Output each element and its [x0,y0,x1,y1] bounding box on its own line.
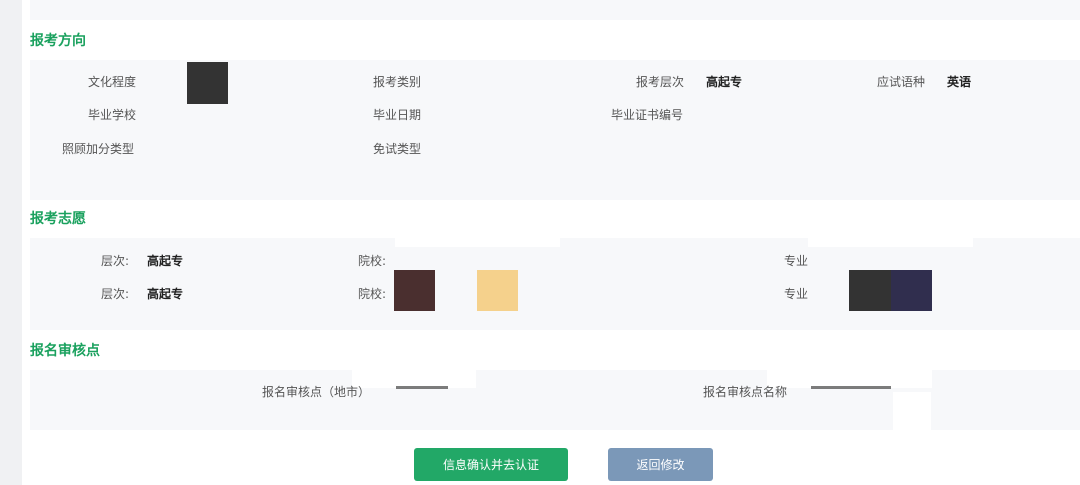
wishes-mask-2 [808,229,973,247]
wish1-school-label: 院校: [358,254,387,268]
grad-school-label: 毕业学校 [88,108,137,122]
redacted-education-value [187,62,228,104]
review-mask-2 [767,352,932,388]
review-mask-1 [352,352,476,388]
review-name-value-obscured [811,386,891,393]
wish2-major-label: 专业 [784,287,809,301]
redacted-major-block-2 [891,270,932,311]
review-mask-3 [893,392,931,434]
wish1-level-value: 高起专 [147,254,184,268]
left-sidebar-strip [0,0,22,485]
top-panel [30,0,1080,20]
wish2-level-label: 层次: [101,287,130,301]
section-title-wishes: 报考志愿 [30,211,86,227]
exemption-type-label: 免试类型 [373,142,422,156]
section-title-direction: 报考方向 [30,33,86,49]
review-name-label: 报名审核点名称 [703,385,788,399]
education-label: 文化程度 [88,75,137,89]
exam-level-label: 报考层次 [636,75,685,89]
review-city-label: 报名审核点（地市） [262,385,371,399]
wish2-school-label: 院校: [358,287,387,301]
grad-date-label: 毕业日期 [373,108,422,122]
review-city-value-obscured [396,386,448,393]
confirm-certify-button[interactable]: 信息确认并去认证 [414,448,568,481]
redacted-major-block-1 [849,270,891,311]
language-label: 应试语种 [877,75,926,89]
language-value: 英语 [947,75,972,89]
redacted-school-block-1 [394,270,435,311]
redacted-school-block-2 [477,270,518,311]
wish1-major-label: 专业 [784,254,809,268]
back-edit-button[interactable]: 返回修改 [608,448,713,481]
exam-category-label: 报考类别 [373,75,422,89]
section-title-review: 报名审核点 [30,343,100,359]
certificate-no-label: 毕业证书编号 [611,108,684,122]
wish1-level-label: 层次: [101,254,130,268]
exam-level-value: 高起专 [706,75,743,89]
wishes-mask-1 [395,229,560,247]
wish2-level-value: 高起专 [147,287,184,301]
bonus-type-label: 照顾加分类型 [62,142,135,156]
